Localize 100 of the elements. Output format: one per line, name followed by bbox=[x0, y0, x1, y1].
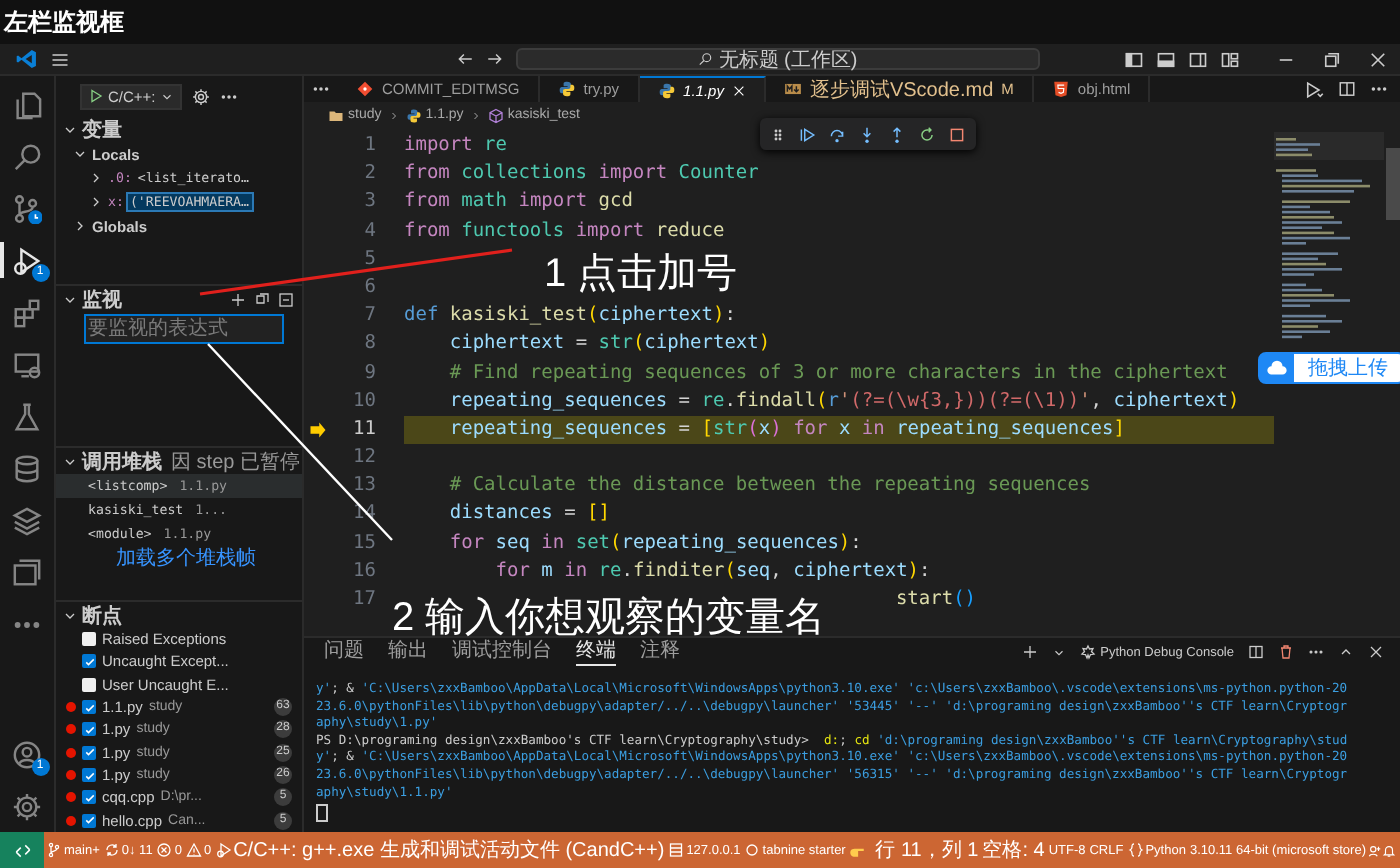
section-title[interactable]: 断点 bbox=[82, 602, 122, 629]
windows-icon[interactable] bbox=[12, 557, 42, 587]
primary-sidebar-toggle-icon[interactable] bbox=[1124, 49, 1144, 69]
feedback-icon[interactable] bbox=[1368, 843, 1382, 857]
layout-icon[interactable] bbox=[1220, 49, 1240, 69]
search-icon[interactable] bbox=[12, 141, 42, 171]
step-into-icon[interactable] bbox=[858, 125, 876, 143]
extensions-icon[interactable] bbox=[12, 297, 42, 327]
chevron-right-icon[interactable] bbox=[88, 170, 104, 186]
panel-tab[interactable]: 输出 bbox=[388, 638, 428, 666]
braces-icon bbox=[1127, 842, 1144, 858]
back-arrow-icon[interactable] bbox=[456, 50, 474, 68]
chevron-right-icon[interactable] bbox=[88, 194, 104, 210]
continue-icon[interactable] bbox=[798, 125, 816, 143]
remote-explorer-icon[interactable] bbox=[12, 349, 42, 379]
checkbox[interactable] bbox=[82, 745, 96, 760]
collapse-all-icon[interactable] bbox=[278, 291, 294, 307]
maximize-icon[interactable] bbox=[1338, 644, 1354, 660]
line-number: 1 bbox=[362, 132, 378, 160]
annotation-text: 2 输入你想观察的变量名 bbox=[392, 594, 826, 640]
code-line: from functools import reduce bbox=[404, 217, 725, 246]
section-title[interactable]: 变量 bbox=[82, 116, 122, 143]
app-logo-icon bbox=[16, 48, 38, 70]
trash-icon[interactable] bbox=[1278, 644, 1294, 660]
checkbox[interactable] bbox=[82, 768, 96, 783]
watch-expression-field[interactable]: 要监视的表达式 bbox=[84, 314, 284, 344]
stop-icon[interactable] bbox=[948, 125, 966, 143]
code-line: for seq in set(repeating_sequences): bbox=[449, 529, 862, 558]
step-out-icon[interactable] bbox=[888, 125, 906, 143]
settings-icon[interactable] bbox=[12, 791, 42, 821]
status-item[interactable]: C/C++: g++.exe 生成和调试活动文件 (CandC++) bbox=[213, 836, 667, 864]
play-icon bbox=[88, 88, 104, 104]
breakpoint-dot bbox=[66, 792, 76, 803]
code-line: from collections import Counter bbox=[404, 160, 759, 189]
layers-icon[interactable] bbox=[12, 505, 42, 535]
search-field[interactable]: 无标题 (工作区) bbox=[516, 48, 1040, 70]
split-terminal-icon[interactable] bbox=[1248, 644, 1264, 660]
search-icon bbox=[698, 52, 713, 66]
menu-icon[interactable] bbox=[50, 49, 70, 69]
run-debug-icon[interactable] bbox=[12, 245, 42, 275]
remote-button[interactable] bbox=[0, 832, 44, 868]
restart-icon[interactable] bbox=[918, 125, 936, 143]
checkbox[interactable] bbox=[82, 632, 96, 647]
breakpoint-dot bbox=[66, 747, 76, 758]
close-icon[interactable] bbox=[1368, 644, 1384, 660]
chevron-down-icon[interactable] bbox=[72, 146, 88, 162]
minimap-drawing[interactable] bbox=[1274, 132, 1384, 340]
step-over-icon[interactable] bbox=[828, 125, 846, 143]
plus-icon[interactable] bbox=[230, 291, 246, 307]
line-number: 10 bbox=[351, 387, 378, 416]
panel-tab[interactable]: 注释 bbox=[640, 638, 680, 666]
refresh-icon[interactable] bbox=[254, 291, 270, 307]
chevron-right-icon[interactable] bbox=[72, 218, 88, 234]
checkbox[interactable] bbox=[82, 722, 96, 737]
restore-icon[interactable] bbox=[1322, 49, 1342, 69]
database-icon[interactable] bbox=[12, 453, 42, 483]
load-more-link[interactable]: 加载多个堆栈帧 bbox=[116, 544, 256, 572]
panel-tab[interactable]: 调试控制台 bbox=[452, 638, 552, 666]
upload-button[interactable]: 拖拽上传 bbox=[1258, 352, 1400, 384]
line-number: 17 bbox=[351, 586, 378, 614]
status-item[interactable]: 行 11，列 1 bbox=[873, 836, 981, 864]
active-indicator bbox=[0, 242, 3, 278]
status-item[interactable]: 空格: 4 bbox=[980, 836, 1047, 864]
settings-icon[interactable] bbox=[191, 87, 210, 105]
files-icon[interactable] bbox=[12, 89, 42, 119]
code-line: repeating_sequences = re.findall(r'(?=(\w{3,}))(?=(\1))', ciphertext) bbox=[449, 387, 1240, 416]
debug-console-icon bbox=[1080, 644, 1097, 660]
panel-tab[interactable]: 问题 bbox=[324, 638, 364, 666]
split-editor-icon[interactable] bbox=[1338, 80, 1356, 98]
server-icon bbox=[668, 842, 685, 858]
secondary-sidebar-toggle-icon[interactable] bbox=[1188, 49, 1208, 69]
section-title[interactable]: 调用堆栈 bbox=[82, 448, 162, 475]
panel-toggle-icon[interactable] bbox=[1156, 49, 1176, 69]
breakpoint-dot bbox=[66, 815, 76, 826]
line-number: 15 bbox=[351, 529, 378, 558]
source-control-icon[interactable] bbox=[12, 193, 42, 223]
chevron-down-icon[interactable] bbox=[1052, 645, 1067, 659]
bell-icon[interactable] bbox=[1382, 843, 1396, 857]
checkbox[interactable] bbox=[82, 813, 96, 828]
checkbox[interactable] bbox=[82, 790, 96, 805]
debug-icon bbox=[215, 842, 232, 858]
code-line: import re bbox=[404, 132, 507, 160]
account-icon[interactable] bbox=[12, 739, 42, 769]
remote-icon bbox=[13, 841, 31, 859]
checkbox[interactable] bbox=[82, 677, 96, 692]
plus-icon[interactable] bbox=[1022, 644, 1039, 660]
panel-tab[interactable]: 终端 bbox=[576, 638, 616, 666]
checkbox[interactable] bbox=[82, 654, 96, 669]
drag-handle-icon[interactable] bbox=[770, 125, 786, 143]
code-line: distances = [] bbox=[449, 500, 610, 529]
run-file-icon[interactable] bbox=[1304, 79, 1324, 99]
sync-icon bbox=[103, 842, 120, 858]
flask-icon[interactable] bbox=[12, 401, 42, 431]
chevron-right-icon bbox=[469, 109, 482, 121]
checkbox[interactable] bbox=[82, 700, 96, 715]
line-number: 8 bbox=[362, 330, 378, 359]
scrollbar-thumb[interactable] bbox=[1386, 148, 1400, 220]
forward-arrow-icon[interactable] bbox=[486, 50, 504, 68]
close-icon[interactable] bbox=[1368, 49, 1388, 69]
section-title[interactable]: 监视 bbox=[82, 286, 122, 313]
